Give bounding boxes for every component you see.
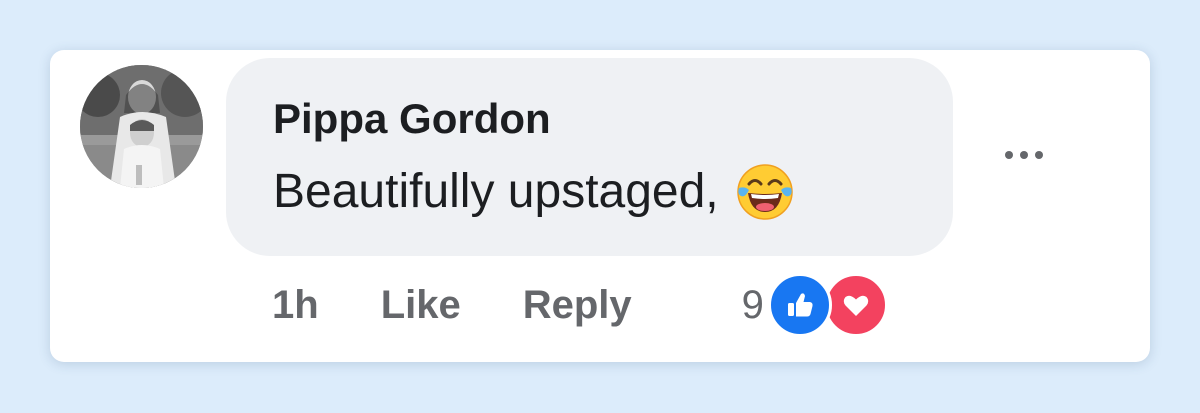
comment-body: Beautifully upstaged, [273,162,953,222]
more-dot-icon [1005,151,1013,159]
comment-actions: 1h Like Reply 9 [272,273,888,337]
more-dot-icon [1035,151,1043,159]
more-dot-icon [1020,151,1028,159]
like-icon [767,273,832,337]
reply-button[interactable]: Reply [523,283,632,328]
comment-timestamp[interactable]: 1h [272,283,319,328]
avatar-photo [80,65,203,188]
comment-card: Pippa Gordon Beautifully upstaged, 1h Li… [50,50,1150,362]
more-options-button[interactable] [994,140,1054,170]
like-button[interactable]: Like [381,283,461,328]
comment-text: Beautifully upstaged, [273,165,719,218]
reactions-summary[interactable]: 9 [742,273,888,337]
face-with-tears-of-joy-emoji [735,162,795,222]
love-icon [823,273,888,337]
avatar[interactable] [80,65,203,188]
comment-bubble: Pippa Gordon Beautifully upstaged, [226,58,953,256]
reaction-count: 9 [741,282,764,327]
comment-author[interactable]: Pippa Gordon [273,98,953,140]
